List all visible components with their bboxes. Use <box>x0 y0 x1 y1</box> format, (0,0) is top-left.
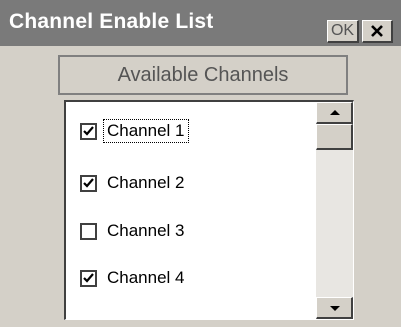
channel-label: Channel 3 <box>107 221 185 240</box>
channel-label: Channel 1 <box>103 119 189 143</box>
channel-3-checkbox[interactable] <box>80 222 97 240</box>
channel-2-checkbox[interactable] <box>80 174 97 192</box>
channel-label: Channel 4 <box>107 268 185 287</box>
title-bar: Channel Enable List OK <box>0 0 401 46</box>
channel-1-checkbox[interactable] <box>80 122 97 140</box>
window-title: Channel Enable List <box>9 10 214 33</box>
list-item[interactable]: Channel 2 <box>80 170 188 196</box>
arrow-up-icon <box>330 110 340 115</box>
checkmark-icon <box>83 177 94 188</box>
available-channels-label: Available Channels <box>58 55 348 95</box>
list-item[interactable]: Channel 3 <box>80 218 188 244</box>
channel-enable-list-window: Channel Enable List OK Available Channel… <box>0 0 401 327</box>
scroll-down-button[interactable] <box>316 297 353 319</box>
channel-list: Channel 1 Channel 2 Channel 3 Channel 4 <box>64 100 354 320</box>
arrow-down-icon <box>330 306 340 311</box>
vertical-scrollbar[interactable] <box>316 102 353 319</box>
scroll-up-button[interactable] <box>316 102 353 124</box>
ok-button[interactable]: OK <box>327 20 359 43</box>
list-item[interactable]: Channel 4 <box>80 265 188 291</box>
checkmark-icon <box>83 272 94 283</box>
checkmark-icon <box>83 125 94 136</box>
list-item[interactable]: Channel 1 <box>80 118 189 144</box>
channel-4-checkbox[interactable] <box>80 269 97 287</box>
scroll-thumb[interactable] <box>316 124 353 150</box>
close-button[interactable] <box>362 20 393 43</box>
channel-label: Channel 2 <box>107 173 185 192</box>
close-icon <box>371 25 383 37</box>
